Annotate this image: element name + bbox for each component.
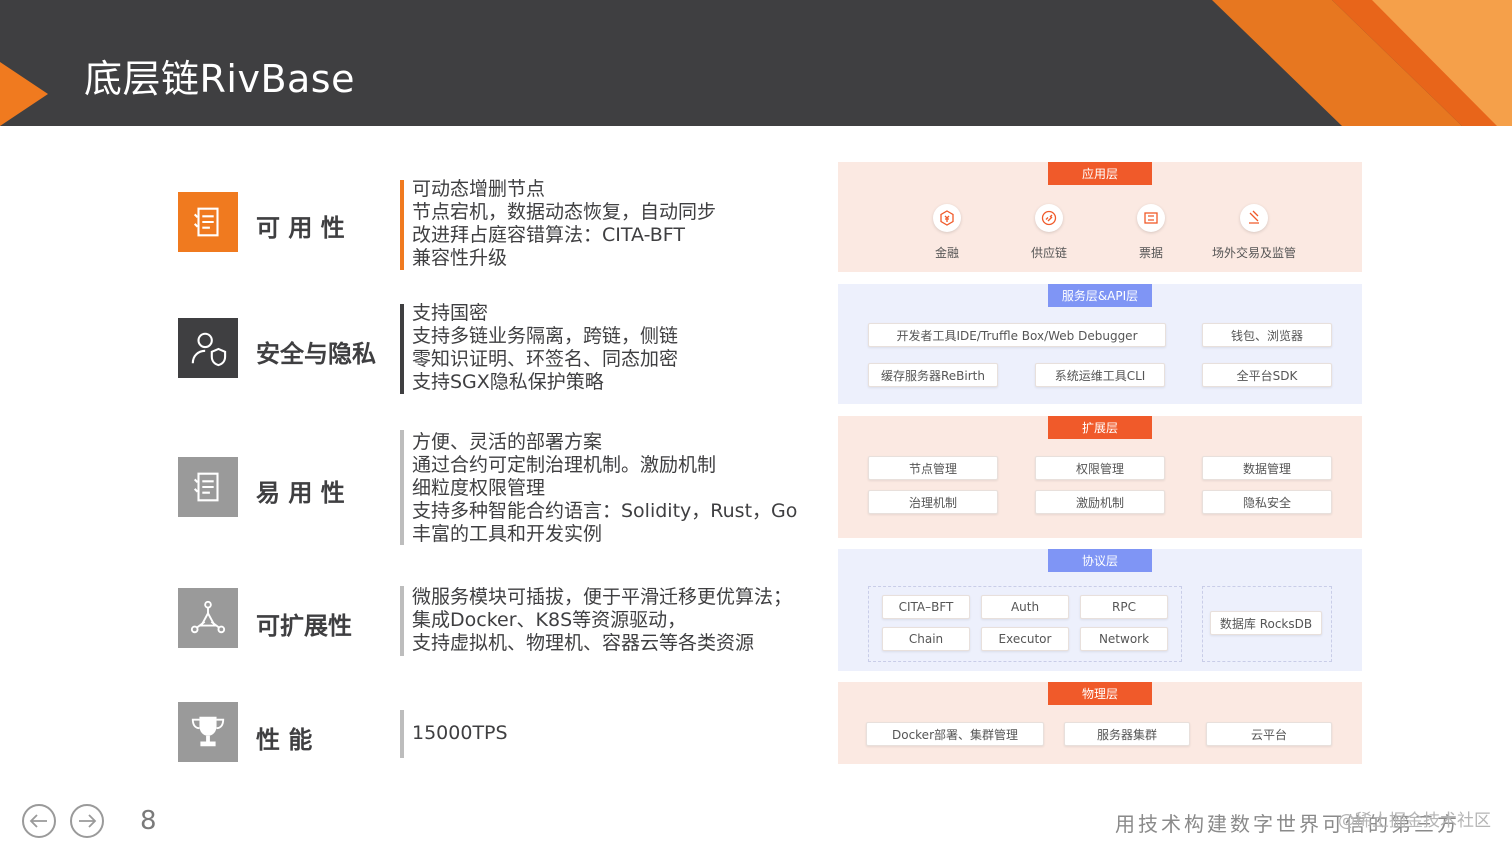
feature-row-usability: 易 用 性 方便、灵活的部署方案 通过合约可定制治理机制。激励机制 细粒度权限管… [178, 430, 818, 545]
feature-line: 改进拜占庭容错算法：CITA-BFT [412, 224, 685, 246]
prev-page-button[interactable] [22, 804, 56, 838]
extension-item: 权限管理 [1035, 456, 1165, 480]
finance-icon [933, 204, 961, 232]
feature-description: 微服务模块可插拔，便于平滑迁移更优算法； 集成Docker、K8S等资源驱动， … [412, 586, 792, 655]
feature-line: 可动态增删节点 [412, 178, 546, 200]
app-label: 票据 [1138, 246, 1164, 260]
protocol-item: Auth [981, 595, 1069, 619]
feature-divider [400, 180, 404, 270]
protocol-item: Chain [882, 627, 970, 651]
feature-divider [400, 304, 404, 394]
extension-layer: 扩展层 节点管理 权限管理 数据管理 治理机制 激励机制 隐私安全 [838, 416, 1362, 538]
feature-line: 节点宕机，数据动态恢复，自动同步 [412, 201, 717, 223]
supply-chain-icon [1035, 204, 1063, 232]
service-item: 开发者工具IDE/Truffle Box/Web Debugger [868, 323, 1166, 347]
checklist-icon [178, 192, 238, 252]
feature-line: 丰富的工具和开发实例 [412, 523, 603, 545]
feature-row-performance: 性 能 15000TPS [178, 702, 818, 762]
extension-item: 激励机制 [1035, 490, 1165, 514]
feature-name: 易 用 性 [256, 479, 345, 507]
feature-line: 支持SGX隐私保护策略 [412, 371, 604, 393]
feature-line: 支持多种智能合约语言：Solidity，Rust，Go [412, 500, 798, 522]
protocol-item: Network [1080, 627, 1168, 651]
page-title: 底层链RivBase [84, 57, 355, 101]
feature-line: 细粒度权限管理 [412, 477, 546, 499]
protocol-layer: 协议层 CITA–BFT Auth RPC Chain Executor Net… [838, 549, 1362, 671]
feature-line: 通过合约可定制治理机制。激励机制 [412, 454, 717, 476]
physical-item: 服务器集群 [1064, 722, 1190, 746]
layer-label: 协议层 [1048, 549, 1152, 572]
protocol-item: 数据库 RocksDB [1210, 611, 1322, 635]
next-page-button[interactable] [70, 804, 104, 838]
protocol-item: Executor [981, 627, 1069, 651]
app-label: 金融 [934, 246, 960, 260]
arrow-right-icon [79, 814, 97, 828]
app-layer: 应用层 金融 供应链 票据 场外交易及监管 [838, 162, 1362, 272]
feature-row-scalability: 可扩展性 微服务模块可插拔，便于平滑迁移更优算法； 集成Docker、K8S等资… [178, 586, 818, 656]
physical-item: Docker部署、集群管理 [866, 722, 1044, 746]
extension-item: 数据管理 [1202, 456, 1332, 480]
ticket-icon [1137, 204, 1165, 232]
feature-line: 支持多链业务隔离，跨链，侧链 [412, 325, 679, 347]
layer-label: 扩展层 [1048, 416, 1152, 439]
gavel-icon [1240, 204, 1268, 232]
header-accent-corner [1212, 0, 1512, 126]
network-triangle-icon [178, 588, 238, 648]
feature-line: 15000TPS [412, 722, 508, 744]
app-label: 场外交易及监管 [1211, 246, 1297, 260]
app-label: 供应链 [1030, 246, 1068, 260]
layer-label: 物理层 [1048, 682, 1152, 705]
feature-line: 支持国密 [412, 302, 489, 324]
feature-line: 微服务模块可插拔，便于平滑迁移更优算法； [412, 586, 793, 608]
feature-description: 可动态增删节点 节点宕机，数据动态恢复，自动同步 改进拜占庭容错算法：CITA-… [412, 178, 716, 270]
extension-item: 隐私安全 [1202, 490, 1332, 514]
feature-divider [400, 430, 404, 545]
protocol-item: CITA–BFT [882, 595, 970, 619]
extension-item: 节点管理 [868, 456, 998, 480]
service-layer: 服务层&API层 开发者工具IDE/Truffle Box/Web Debugg… [838, 284, 1362, 404]
feature-row-security: 安全与隐私 支持国密 支持多链业务隔离，跨链，侧链 零知识证明、环签名、同态加密… [178, 302, 818, 394]
feature-line: 集成Docker、K8S等资源驱动， [412, 609, 687, 631]
checklist-icon [178, 457, 238, 517]
layer-label: 服务层&API层 [1048, 284, 1152, 307]
feature-divider [400, 586, 404, 656]
layer-label: 应用层 [1048, 162, 1152, 185]
feature-line: 方便、灵活的部署方案 [412, 431, 603, 453]
header-accent-left [0, 62, 48, 126]
feature-line: 零知识证明、环签名、同态加密 [412, 348, 679, 370]
feature-line: 支持虚拟机、物理机、容器云等各类资源 [412, 632, 755, 654]
feature-name: 性 能 [256, 726, 313, 754]
feature-name: 可 用 性 [256, 214, 345, 242]
feature-line: 兼容性升级 [412, 247, 508, 269]
protocol-item: RPC [1080, 595, 1168, 619]
service-item: 缓存服务器ReBirth [868, 363, 998, 387]
feature-description: 15000TPS [412, 722, 508, 745]
extension-item: 治理机制 [868, 490, 998, 514]
page-number: 8 [140, 806, 157, 836]
feature-name: 安全与隐私 [256, 340, 376, 368]
feature-description: 支持国密 支持多链业务隔离，跨链，侧链 零知识证明、环签名、同态加密 支持SGX… [412, 302, 678, 394]
service-item: 钱包、浏览器 [1202, 323, 1332, 347]
service-item: 全平台SDK [1202, 363, 1332, 387]
physical-layer: 物理层 Docker部署、集群管理 服务器集群 云平台 [838, 682, 1362, 764]
watermark: @稀土掘金技术社区 [1338, 811, 1491, 831]
arrow-left-icon [29, 814, 47, 828]
physical-item: 云平台 [1206, 722, 1332, 746]
user-shield-icon [178, 318, 238, 378]
feature-row-availability: 可 用 性 可动态增删节点 节点宕机，数据动态恢复，自动同步 改进拜占庭容错算法… [178, 178, 818, 270]
feature-divider [400, 710, 404, 758]
trophy-icon [178, 702, 238, 762]
feature-description: 方便、灵活的部署方案 通过合约可定制治理机制。激励机制 细粒度权限管理 支持多种… [412, 431, 797, 546]
feature-name: 可扩展性 [256, 612, 352, 640]
service-item: 系统运维工具CLI [1035, 363, 1165, 387]
